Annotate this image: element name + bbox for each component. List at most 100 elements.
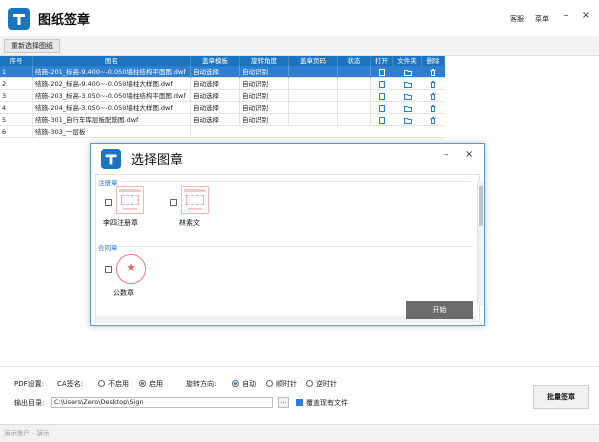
delete-icon[interactable] — [430, 117, 436, 124]
row-page[interactable] — [289, 90, 338, 102]
delete-icon[interactable] — [430, 81, 436, 88]
batch-sign-button[interactable]: 批量签章 — [533, 385, 589, 409]
dialog-minimize-icon[interactable]: – — [444, 150, 449, 160]
row-status — [338, 114, 371, 126]
rotate-clockwise-label: 顺时针 — [276, 380, 297, 388]
overwrite-label: 覆盖现有文件 — [306, 399, 348, 407]
col-status: 状态 — [338, 56, 371, 66]
col-rotation: 旋转角度 — [240, 56, 289, 66]
rotate-auto-radio[interactable] — [232, 380, 239, 387]
row-page[interactable] — [289, 78, 338, 90]
table-row[interactable]: 5 结施-301_自行车库层板配筋图.dwf 自动选择 自动识别 — [0, 114, 445, 126]
close-icon[interactable]: × — [580, 10, 592, 22]
table-row[interactable]: 1 结施-201_标高-9.400~-0.050墙柱结构平面图.dwf 自动选择… — [0, 66, 445, 78]
delete-icon[interactable] — [430, 93, 436, 100]
row-template[interactable]: 自动选择 — [191, 78, 240, 90]
output-dir-label: 输出目录: — [14, 399, 45, 407]
col-page: 盖章页码 — [289, 56, 338, 66]
ca-enable-radio[interactable] — [139, 380, 146, 387]
folder-icon[interactable] — [404, 69, 412, 76]
table-row[interactable]: 6 结施-303_一层板 — [0, 126, 445, 138]
row-rotation[interactable]: 自动识别 — [240, 102, 289, 114]
open-file-icon[interactable] — [379, 69, 385, 76]
registered-seal-image — [116, 186, 144, 214]
row-page[interactable] — [289, 102, 338, 114]
row-page[interactable] — [289, 114, 338, 126]
select-seal-dialog: 选择图章 – × 注册章 李四注册章 林素文 合同章 ★ 公数章 开始 — [90, 143, 485, 326]
folder-icon[interactable] — [404, 93, 412, 100]
row-index: 1 — [0, 66, 33, 78]
row-index: 5 — [0, 114, 33, 126]
ca-disable-radio[interactable] — [98, 380, 105, 387]
help-link[interactable]: 客服 — [510, 14, 524, 24]
row-status — [338, 102, 371, 114]
table-row[interactable]: 4 结施-204_标高-3.050~-0.050墙柱大样图.dwf 自动选择 自… — [0, 102, 445, 114]
section-divider — [118, 181, 473, 182]
folder-icon[interactable] — [404, 105, 412, 112]
output-dir-input[interactable]: C:\Users\Zero\Desktop\Sign — [51, 397, 273, 408]
col-template: 盖章模板 — [191, 56, 240, 66]
row-index: 3 — [0, 90, 33, 102]
delete-icon[interactable] — [430, 69, 436, 76]
row-rotation[interactable]: 自动识别 — [240, 66, 289, 78]
row-name: 结施-201_标高-9.400~-0.050墙柱结构平面图.dwf — [33, 66, 191, 78]
status-bar: 演示账户 - 演示 — [0, 424, 599, 442]
row-index: 4 — [0, 102, 33, 114]
row-rotation[interactable]: 自动识别 — [240, 114, 289, 126]
rotate-clockwise-radio[interactable] — [266, 380, 273, 387]
rotate-counterclockwise-label: 逆时针 — [316, 380, 337, 388]
title-bar: 图纸签章 客服 菜单 – × — [0, 0, 599, 36]
folder-icon[interactable] — [404, 117, 412, 124]
seal-checkbox[interactable] — [105, 199, 112, 206]
delete-icon[interactable] — [430, 105, 436, 112]
seal-checkbox[interactable] — [170, 199, 177, 206]
rotate-direction-label: 旋转方向: — [186, 380, 217, 388]
ca-disable-label: 不启用 — [108, 380, 129, 388]
dialog-logo-icon — [101, 149, 121, 169]
row-name: 结施-301_自行车库层板配筋图.dwf — [33, 114, 191, 126]
dialog-vertical-scrollbar[interactable] — [477, 181, 484, 305]
row-index: 2 — [0, 78, 33, 90]
row-rotation[interactable]: 自动识别 — [240, 90, 289, 102]
dialog-close-icon[interactable]: × — [465, 149, 473, 160]
col-open: 打开 — [371, 56, 393, 66]
reselect-drawings-button[interactable]: 重新选择图纸 — [4, 39, 60, 53]
section-label-registered: 注册章 — [98, 179, 118, 187]
section-divider — [118, 246, 473, 247]
row-status — [338, 66, 371, 78]
ca-enable-label: 启用 — [149, 380, 163, 388]
start-button[interactable]: 开始 — [406, 301, 473, 319]
seal-list: 注册章 李四注册章 林素文 合同章 ★ 公数章 — [95, 174, 480, 322]
row-page[interactable] — [289, 66, 338, 78]
row-rotation[interactable]: 自动识别 — [240, 78, 289, 90]
row-name: 结施-303_一层板 — [33, 126, 191, 138]
row-template[interactable]: 自动选择 — [191, 66, 240, 78]
rotate-counterclockwise-radio[interactable] — [306, 380, 313, 387]
table-row[interactable]: 2 结施-202_标高-9.400~-0.050墙柱大样图.dwf 自动选择 自… — [0, 78, 445, 90]
open-file-icon[interactable] — [379, 93, 385, 100]
col-name: 图名 — [33, 56, 191, 66]
registered-seal-image — [181, 186, 209, 214]
row-template[interactable]: 自动选择 — [191, 114, 240, 126]
folder-icon[interactable] — [404, 81, 412, 88]
open-file-icon[interactable] — [379, 105, 385, 112]
row-status — [338, 90, 371, 102]
row-template[interactable]: 自动选择 — [191, 102, 240, 114]
row-name: 结施-203_标高-3.050~-0.050墙柱结构平面图.dwf — [33, 90, 191, 102]
seal-name: 公数章 — [113, 289, 134, 297]
app-logo-icon — [8, 8, 30, 30]
table-row[interactable]: 3 结施-203_标高-3.050~-0.050墙柱结构平面图.dwf 自动选择… — [0, 90, 445, 102]
menu-link[interactable]: 菜单 — [535, 14, 549, 24]
seal-checkbox[interactable] — [105, 266, 112, 273]
toolbar: 重新选择图纸 — [0, 36, 599, 56]
pdf-settings-label: PDF设置: — [14, 380, 44, 388]
table-header: 序号 图名 盖章模板 旋转角度 盖章页码 状态 打开 文件夹 删除 — [0, 56, 445, 66]
row-name: 结施-202_标高-9.400~-0.050墙柱大样图.dwf — [33, 78, 191, 90]
overwrite-checkbox[interactable] — [296, 399, 303, 406]
open-file-icon[interactable] — [379, 117, 385, 124]
row-template[interactable]: 自动选择 — [191, 90, 240, 102]
open-file-icon[interactable] — [379, 81, 385, 88]
section-label-contract: 合同章 — [98, 244, 118, 252]
minimize-icon[interactable]: – — [560, 10, 572, 22]
browse-button[interactable]: ... — [278, 397, 289, 408]
